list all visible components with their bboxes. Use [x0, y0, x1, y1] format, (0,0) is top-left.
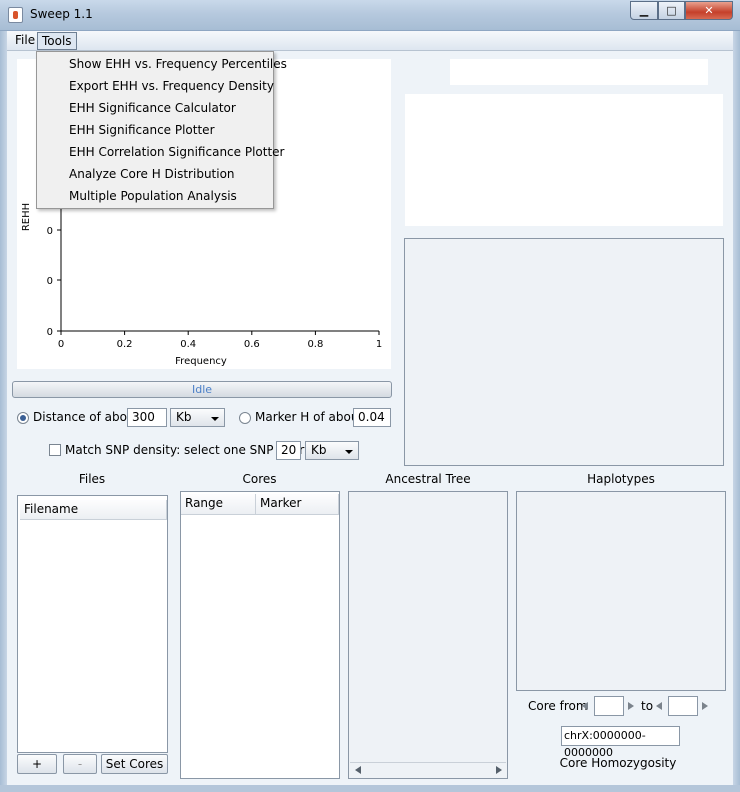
- core-from-input[interactable]: [594, 696, 624, 716]
- core-from-prev-icon[interactable]: [582, 702, 588, 710]
- cores-column-marker[interactable]: Marker: [256, 494, 339, 515]
- cores-table[interactable]: Range Marker: [180, 491, 340, 779]
- haplotypes-header: Haplotypes: [587, 472, 655, 486]
- window-border-left: [0, 31, 7, 792]
- window-border-bottom: [0, 785, 740, 792]
- y-tick-label: 0: [47, 276, 53, 287]
- add-file-button[interactable]: +: [17, 754, 57, 774]
- menu-item-show-ehh-percentiles[interactable]: Show EHH vs. Frequency Percentiles: [69, 57, 287, 71]
- maximize-button[interactable]: □: [658, 1, 685, 20]
- y-axis-title: REHH: [21, 203, 32, 231]
- menu-item-ehh-correlation-plotter[interactable]: EHH Correlation Significance Plotter: [69, 145, 284, 159]
- core-from-label: Core from: [528, 699, 588, 713]
- distance-unit-select[interactable]: Kb: [170, 408, 225, 427]
- core-to-next-icon[interactable]: [702, 702, 708, 710]
- distance-unit-value: Kb: [176, 410, 192, 424]
- marker-h-radio[interactable]: [239, 412, 251, 424]
- minimize-button[interactable]: ▁: [630, 1, 658, 20]
- files-header: Files: [78, 472, 106, 486]
- chevron-down-icon: [211, 417, 219, 421]
- cores-header: Cores: [242, 472, 277, 486]
- match-snp-label: Match SNP density: select one SNP every: [65, 443, 312, 457]
- core-homozygosity-label: Core Homozygosity: [559, 756, 677, 770]
- chevron-down-icon: [345, 450, 353, 454]
- menu-file[interactable]: File: [11, 32, 39, 50]
- match-snp-checkbox[interactable]: [49, 444, 61, 456]
- scroll-left-icon[interactable]: [355, 766, 361, 774]
- x-axis-title: Frequency: [175, 356, 227, 367]
- java-app-icon: [8, 7, 23, 23]
- info-label-box: [450, 59, 708, 85]
- marker-h-input[interactable]: 0.04: [353, 408, 391, 427]
- haplotypes-panel: [516, 491, 726, 691]
- title-bar: [0, 0, 740, 31]
- marker-h-label: Marker H of about: [255, 410, 364, 424]
- core-to-prev-icon[interactable]: [656, 702, 662, 710]
- files-table[interactable]: Filename: [17, 495, 168, 753]
- y-tick-label: 0: [47, 327, 53, 338]
- close-button[interactable]: ✕: [685, 1, 733, 20]
- x-tick-label: 0.4: [180, 339, 196, 350]
- y-tick-label: 0: [47, 226, 53, 237]
- horizontal-scrollbar[interactable]: [350, 762, 506, 777]
- x-tick-label: 1: [376, 339, 382, 350]
- ancestral-tree-panel: [348, 491, 508, 779]
- core-to-input[interactable]: [668, 696, 698, 716]
- menu-item-export-ehh-density[interactable]: Export EHH vs. Frequency Density: [69, 79, 274, 93]
- distance-radio[interactable]: [17, 412, 29, 424]
- menu-item-ehh-significance-calculator[interactable]: EHH Significance Calculator: [69, 101, 236, 115]
- window-border-right: [733, 31, 740, 792]
- core-from-next-icon[interactable]: [628, 702, 634, 710]
- menu-bar: File Tools: [7, 31, 733, 51]
- x-tick-label: 0.2: [117, 339, 133, 350]
- menu-tools[interactable]: Tools: [37, 32, 77, 50]
- distance-input[interactable]: 300: [127, 408, 167, 427]
- ancestral-tree-header: Ancestral Tree: [385, 472, 471, 486]
- distance-label: Distance of about: [33, 410, 140, 424]
- menu-item-ehh-significance-plotter[interactable]: EHH Significance Plotter: [69, 123, 215, 137]
- cores-column-range[interactable]: Range: [181, 494, 256, 515]
- tools-dropdown-menu: Show EHH vs. Frequency Percentiles Expor…: [36, 51, 287, 209]
- set-cores-button[interactable]: Set Cores: [101, 754, 168, 774]
- x-tick-label: 0.6: [244, 339, 260, 350]
- region-field[interactable]: chrX:0000000-0000000: [561, 726, 680, 759]
- status-progress-bar: Idle: [12, 381, 392, 398]
- details-panel: [404, 238, 724, 466]
- menu-item-analyze-core-h[interactable]: Analyze Core H Distribution: [69, 167, 235, 181]
- scroll-right-icon[interactable]: [496, 766, 502, 774]
- match-snp-input[interactable]: 20: [276, 441, 301, 460]
- menu-item-multiple-population[interactable]: Multiple Population Analysis: [69, 189, 237, 203]
- x-tick-label: 0: [58, 339, 64, 350]
- match-snp-unit-value: Kb: [311, 443, 327, 457]
- x-tick-label: 0.8: [307, 339, 323, 350]
- files-column-filename[interactable]: Filename: [20, 500, 167, 520]
- window-title: Sweep 1.1: [30, 7, 93, 21]
- core-to-label: to: [641, 699, 654, 713]
- match-snp-unit-select[interactable]: Kb: [305, 441, 359, 460]
- info-panel: [405, 94, 723, 226]
- remove-file-button[interactable]: -: [63, 754, 97, 774]
